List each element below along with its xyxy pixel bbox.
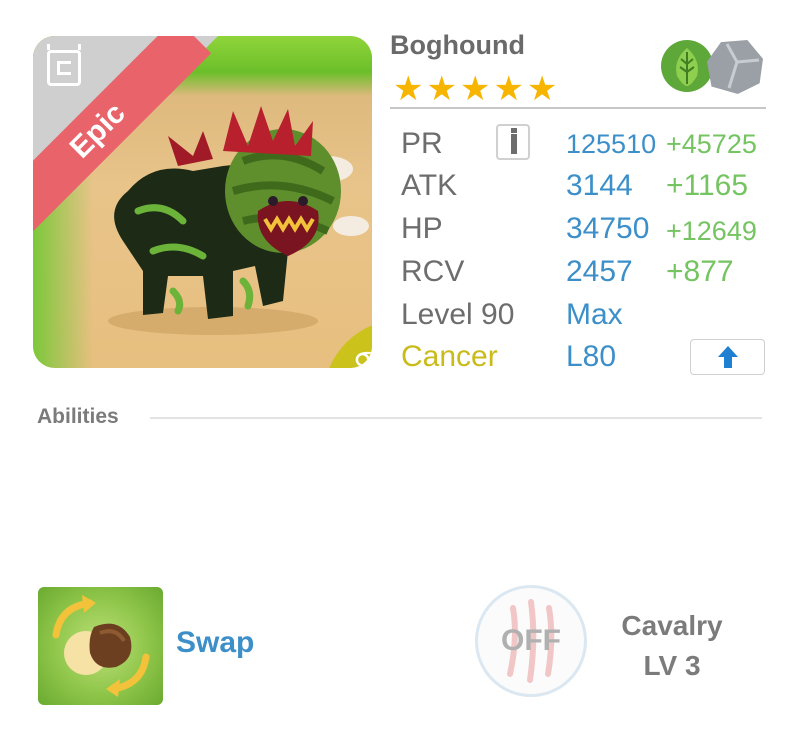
stat-bonus-rcv: +877: [666, 255, 734, 288]
stat-bonus-pr: +45725: [666, 129, 757, 159]
stat-bonus-atk: +1165: [666, 169, 749, 202]
swap-ability-button[interactable]: [38, 587, 163, 705]
passive-ability-level: LV 3: [643, 650, 701, 681]
stat-value-hp: 34750: [566, 212, 650, 245]
ability-status-off: OFF: [501, 624, 561, 657]
stat-bonus-hp: +12649: [666, 216, 757, 246]
passive-ability-toggle[interactable]: OFF: [475, 585, 587, 697]
stat-value-pr: 125510: [566, 129, 657, 159]
info-button[interactable]: [496, 124, 530, 160]
star-rating: ★★★★★: [393, 70, 561, 108]
stat-label-rcv: RCV: [401, 255, 465, 288]
stat-label-atk: ATK: [401, 169, 458, 202]
leaf-icon: [661, 40, 713, 92]
arrow-up-icon: [718, 346, 738, 368]
divider: [390, 107, 766, 109]
zodiac-label: Cancer: [401, 340, 498, 373]
notepad-icon[interactable]: [47, 44, 81, 86]
stat-value-rcv: 2457: [566, 255, 633, 288]
abilities-heading: Abilities: [37, 405, 119, 428]
stat-label-pr: PR: [401, 127, 443, 160]
passive-ability-name: Cavalry: [621, 610, 723, 641]
level-value: Max: [566, 298, 623, 331]
swap-icon: [52, 595, 150, 697]
monster-name: Boghound: [390, 30, 525, 60]
level-up-button[interactable]: [690, 339, 765, 375]
level-label: Level 90: [401, 298, 515, 331]
divider: [150, 417, 762, 419]
stat-label-hp: HP: [401, 212, 443, 245]
monster-portrait[interactable]: Epic ♋: [33, 36, 372, 368]
zodiac-level-value: L80: [566, 340, 617, 373]
swap-ability-label: Swap: [176, 626, 255, 659]
stone-icon: [707, 40, 763, 94]
stat-value-atk: 3144: [566, 169, 633, 202]
